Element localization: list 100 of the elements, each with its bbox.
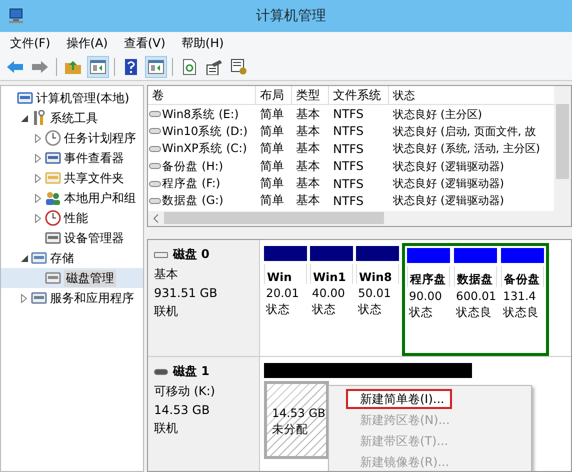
partition-header-bar — [356, 246, 399, 261]
table-cell: WinXP系统 (C:) — [162, 141, 247, 156]
table-cell-text: NTFS — [332, 176, 365, 191]
window-icon — [45, 170, 61, 186]
tools-icon — [31, 110, 47, 126]
disk-type: 基本 — [154, 266, 179, 283]
partition-block[interactable]: Win1 40.00 状态 — [310, 246, 353, 356]
table-cell: 数据盘 (G:) — [162, 193, 224, 208]
table-cell: Win8系统 (E:) — [162, 106, 239, 122]
collapse-icon[interactable] — [20, 254, 28, 262]
partition-status: 状态 — [311, 301, 337, 317]
menu-item[interactable]: 查看(V) — [118, 32, 172, 54]
clock-icon — [45, 210, 61, 226]
table-cell: Win10系统 (D:) — [162, 124, 248, 139]
table-cell-text: 简单 — [259, 192, 285, 210]
expand-icon[interactable] — [21, 294, 27, 302]
unallocated-area[interactable]: 14.53 GB 未分配 — [264, 381, 329, 459]
column-header[interactable]: 布局 — [256, 86, 292, 104]
menu-item[interactable]: 操作(A) — [60, 32, 114, 54]
table-cell-text: 基本 — [295, 140, 321, 158]
table-cell-text: 简单 — [259, 175, 285, 192]
tree-item[interactable]: 存储 — [1, 248, 143, 268]
partition-status: 状态 — [357, 301, 383, 317]
table-cell-text: 状态良好 (系统, 活动, 主分区) — [392, 141, 542, 156]
clock-icon — [45, 130, 61, 146]
partition-size: 600.01 — [455, 288, 497, 303]
window-icon — [31, 290, 47, 306]
disk-type: 可移动 (K:) — [154, 383, 216, 400]
table-cell: 程序盘 (F:) — [162, 176, 220, 192]
partition-size: 40.00 — [311, 285, 346, 300]
refresh-icon — [182, 59, 196, 75]
panel-icon — [90, 60, 106, 74]
partition-block[interactable]: 程序盘 90.00 状态 — [407, 248, 450, 351]
partition-block[interactable]: 备份盘 131.4 状态良 — [501, 248, 544, 351]
partition-block[interactable]: Win8 50.01 状态 — [356, 246, 399, 356]
settings-icon — [231, 59, 247, 75]
partition-name: Win1 — [310, 264, 353, 284]
help-icon — [125, 59, 137, 75]
partition-header-bar — [501, 248, 544, 263]
column-header[interactable]: 文件系统 — [329, 86, 389, 104]
left-arrow-icon — [7, 61, 23, 73]
tree-item[interactable]: 本地用户和组 — [1, 188, 143, 208]
tree-item[interactable]: 计算机管理(本地) — [1, 88, 143, 108]
horizontal-scrollbar[interactable] — [148, 210, 554, 226]
partition-status: 未分配 — [271, 420, 309, 436]
partition-name: 备份盘 — [501, 266, 544, 287]
table-cell-text: 状态良好 (逻辑驱动器) — [392, 193, 506, 208]
expand-icon[interactable] — [35, 134, 41, 142]
partition-size: 131.4 — [502, 288, 537, 303]
drive-icon — [149, 163, 161, 170]
table-cell-text: NTFS — [332, 124, 365, 138]
tree-item[interactable]: 任务计划程序 — [1, 128, 143, 148]
expand-icon[interactable] — [35, 214, 41, 222]
drive-icon — [149, 146, 161, 152]
tree-item[interactable]: 服务和应用程序 — [1, 288, 143, 308]
partition-name: 数据盘 — [454, 266, 497, 287]
tree-item[interactable]: 性能 — [1, 208, 143, 228]
window-icon — [17, 90, 33, 106]
drive-icon — [149, 111, 161, 118]
users-icon — [45, 190, 61, 206]
disk-status: 联机 — [154, 303, 179, 320]
collapse-icon[interactable] — [20, 114, 28, 122]
tree-item[interactable]: 共享文件夹 — [1, 168, 143, 188]
column-header[interactable]: 卷 — [148, 86, 256, 104]
partition-header-bar — [310, 246, 353, 261]
tree-item[interactable]: 系统工具 — [1, 108, 143, 128]
expand-icon[interactable] — [35, 194, 41, 202]
table-cell-text: 简单 — [259, 106, 285, 123]
computer-icon — [8, 8, 26, 24]
table-cell-text: NTFS — [332, 142, 365, 156]
right-arrow-icon — [32, 61, 48, 73]
window-icon — [45, 230, 61, 246]
panel-icon — [148, 60, 164, 74]
table-cell-text: 状态良好 (启动, 页面文件, 故 — [392, 124, 537, 139]
disk-name: 磁盘 0 — [173, 246, 210, 263]
table-cell-text: 基本 — [295, 122, 321, 140]
partition-name: Win8 — [356, 264, 399, 284]
tree-item[interactable]: 磁盘管理 — [1, 268, 143, 288]
window-icon — [45, 270, 61, 286]
tree-item[interactable]: 设备管理器 — [1, 228, 143, 248]
tree-item[interactable]: 事件查看器 — [1, 148, 143, 168]
partition-block[interactable]: Win 20.01 状态 — [264, 246, 307, 356]
vertical-scrollbar[interactable] — [554, 86, 571, 226]
disk-status: 联机 — [154, 420, 179, 437]
expand-icon[interactable] — [35, 174, 41, 182]
menu-item[interactable]: 帮助(H) — [175, 32, 230, 54]
expand-icon[interactable] — [35, 154, 41, 162]
table-cell-text: 基本 — [295, 192, 321, 210]
partition-header-bar — [454, 248, 497, 263]
menu-item[interactable]: 文件(F) — [4, 32, 56, 54]
table-cell: 备份盘 (H:) — [162, 158, 224, 174]
table-cell-text: NTFS — [332, 159, 365, 174]
menu-item[interactable]: 新建简单卷(I)... — [346, 389, 452, 409]
partition-status: 状态 — [408, 304, 434, 320]
column-header[interactable]: 类型 — [292, 86, 329, 104]
window-title: 计算机管理 — [255, 7, 327, 25]
window-icon — [31, 250, 47, 266]
partition-block[interactable]: 数据盘 600.01 状态良 — [454, 248, 497, 351]
table-cell-text: 简单 — [259, 122, 285, 140]
folder-icon — [65, 60, 81, 74]
